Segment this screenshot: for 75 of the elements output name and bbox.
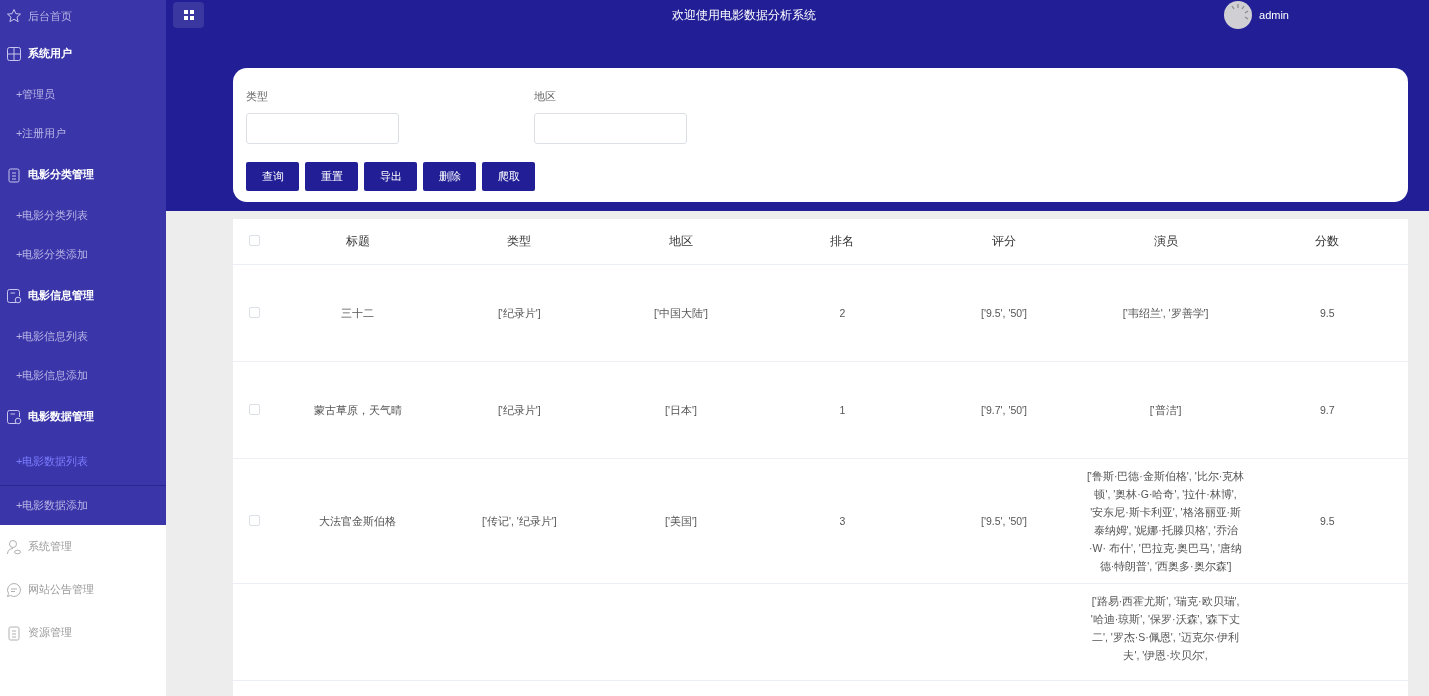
submenu-item[interactable]: +管理员 <box>0 75 166 114</box>
table-cell: 1 <box>839 403 846 416</box>
action-button[interactable]: 导出 <box>364 161 417 191</box>
submenu-item[interactable]: +电影分类列表 <box>0 196 166 235</box>
clipboard-icon <box>6 624 22 641</box>
menu-label: 资源管理 <box>28 625 72 641</box>
action-button[interactable]: 查询 <box>246 161 299 191</box>
table-cell: ['9.5', '50'] <box>981 514 1027 527</box>
grid-icon <box>183 10 194 20</box>
table-cell: 3 <box>839 514 846 527</box>
menu-group[interactable]: 电影分类管理 <box>0 153 166 196</box>
column-header[interactable]: 地区 <box>668 234 693 249</box>
column-header[interactable]: 类型 <box>507 234 532 249</box>
clipboard-icon <box>6 166 22 183</box>
grid-icon <box>6 45 22 62</box>
table-cell: 9.5 <box>1319 514 1335 527</box>
table-cell: 9.5 <box>1319 306 1335 319</box>
document-clock-icon <box>6 408 22 425</box>
menu-label: 电影信息管理 <box>28 288 94 304</box>
table-cell: ['传记', '纪录片'] <box>482 514 557 527</box>
avatar-icon <box>1224 1 1253 29</box>
table-cell: 三十二 <box>341 306 375 319</box>
submenu-item[interactable]: +电影信息列表 <box>0 317 166 356</box>
table-cell: ['美国'] <box>665 514 697 527</box>
menu-label: 后台首页 <box>28 8 72 24</box>
star-icon <box>6 8 22 24</box>
user-name[interactable]: admin <box>1259 6 1289 24</box>
table-cell: 蒙古草原，天气晴 <box>313 403 402 416</box>
submenu-item[interactable]: +注册用户 <box>0 114 166 153</box>
table-cell: ['9.7', '50'] <box>981 403 1027 416</box>
action-button[interactable]: 爬取 <box>482 161 535 191</box>
table-cell: 2 <box>839 306 846 319</box>
submenu-item[interactable]: +电影信息添加 <box>0 356 166 395</box>
input-field[interactable] <box>534 112 687 144</box>
column-header[interactable]: 标题 <box>345 234 370 249</box>
table-cell: 大法官金斯伯格 <box>319 514 397 527</box>
document-clock-icon <box>6 287 22 304</box>
column-header[interactable]: 演员 <box>1153 234 1178 249</box>
chat-icon <box>6 581 22 598</box>
submenu-item[interactable]: +电影分类添加 <box>0 235 166 274</box>
menu-toggle-button[interactable] <box>173 2 204 28</box>
menu-label: 网站公告管理 <box>28 582 94 598</box>
checkbox[interactable] <box>249 514 260 526</box>
checkbox[interactable] <box>249 235 260 247</box>
menu-group[interactable]: 电影信息管理 <box>0 274 166 317</box>
menu-group[interactable]: 电影数据管理 <box>0 395 166 438</box>
menu-group[interactable]: 后台首页 <box>0 0 166 32</box>
action-button[interactable]: 删除 <box>423 161 476 191</box>
submenu-item[interactable]: +电影数据添加 <box>0 486 166 525</box>
menu-label: 电影数据管理 <box>28 409 94 425</box>
column-header[interactable]: 排名 <box>830 234 855 249</box>
field-label: 类型 <box>246 89 269 104</box>
action-button[interactable]: 重置 <box>305 161 358 191</box>
table-cell: ['普洁'] <box>1149 403 1182 416</box>
table-cell: ['日本'] <box>665 403 697 416</box>
user-icon <box>6 538 22 555</box>
table-cell: ['韦绍兰', '罗善学'] <box>1122 306 1209 319</box>
table-cell: ['鲁斯·巴德·金斯伯格', '比尔·克林顿', '奥林·G·哈奇', '拉什·林博', '安东尼·斯卡利亚', '格洛丽亚·斯泰纳姆', '妮娜·托滕贝格', '乔治·W· 布什', '巴拉克·奥巴马', '唐纳德·特朗普', '西奥多·奥尔森'] <box>1086 469 1245 572</box>
checkbox[interactable] <box>249 306 260 318</box>
table-cell: ['中国大陆'] <box>654 306 708 319</box>
table-cell: ['纪录片'] <box>497 306 541 319</box>
column-header[interactable]: 评分 <box>992 234 1017 249</box>
input-field[interactable] <box>246 112 399 144</box>
table-cell: ['9.5', '50'] <box>981 306 1027 319</box>
table-cell: ['路易·西霍尤斯', '瑞克·欧贝瑞', '哈迪·琼斯', '保罗·沃森', '森下丈二', '罗杰·S·佩恩', '迈克尔·伊利夫', '伊恩·坎贝尔', <box>1090 594 1241 661</box>
checkbox[interactable] <box>249 403 260 415</box>
table-cell: ['纪录片'] <box>497 403 541 416</box>
field-label: 地区 <box>534 89 557 104</box>
page-title: 欢迎使用电影数据分析系统 <box>672 7 816 24</box>
menu-label: 系统用户 <box>28 46 72 62</box>
menu-group[interactable]: 系统用户 <box>0 32 166 75</box>
table-cell: 9.7 <box>1319 403 1335 416</box>
menu-label: 系统管理 <box>28 539 72 555</box>
column-header[interactable]: 分数 <box>1315 234 1340 249</box>
menu-label: 电影分类管理 <box>28 167 94 183</box>
